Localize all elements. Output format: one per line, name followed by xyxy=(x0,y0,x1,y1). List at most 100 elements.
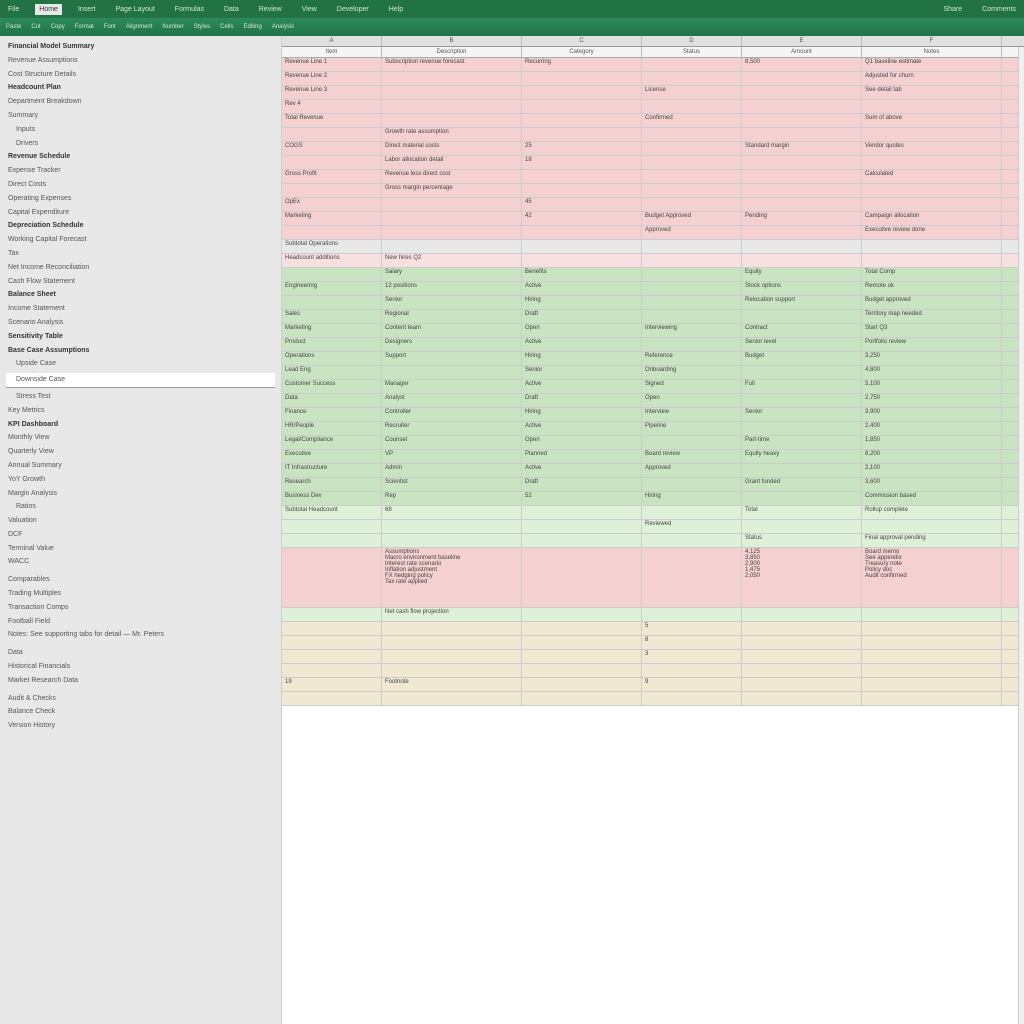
cell[interactable] xyxy=(522,534,642,547)
cell[interactable] xyxy=(382,366,522,379)
cell[interactable] xyxy=(642,72,742,85)
cell[interactable] xyxy=(742,254,862,267)
cell[interactable] xyxy=(522,622,642,635)
cell[interactable]: Subtotal Headcount xyxy=(282,506,382,519)
cell[interactable]: Data xyxy=(282,394,382,407)
hdr-description[interactable]: Description xyxy=(382,47,522,57)
cell[interactable]: Planned xyxy=(522,450,642,463)
tab-review[interactable]: Review xyxy=(255,4,286,15)
nav-item[interactable]: Annual Summary xyxy=(6,459,275,473)
cell[interactable]: Signed xyxy=(642,380,742,393)
cell[interactable]: OpEx xyxy=(282,198,382,211)
cell[interactable]: Part-time xyxy=(742,436,862,449)
cell[interactable] xyxy=(522,100,642,113)
col-c[interactable]: C xyxy=(522,36,642,46)
cell[interactable] xyxy=(742,492,862,505)
nav-item[interactable]: Notes: See supporting tabs for detail — … xyxy=(6,628,275,642)
cell[interactable]: See detail tab xyxy=(862,86,1002,99)
cell[interactable] xyxy=(642,692,742,705)
nav-item[interactable]: Cash Flow Statement xyxy=(6,275,275,289)
tool-format[interactable]: Format xyxy=(75,24,94,30)
cell[interactable]: COGS xyxy=(282,142,382,155)
cell[interactable]: Revenue Line 3 xyxy=(282,86,382,99)
cell[interactable] xyxy=(742,692,862,705)
hdr-amount[interactable]: Amount xyxy=(742,47,862,57)
tab-home[interactable]: Home xyxy=(35,4,62,15)
cell[interactable]: 3,250 xyxy=(862,352,1002,365)
tab-file[interactable]: File xyxy=(4,4,23,15)
cell[interactable] xyxy=(382,86,522,99)
cell[interactable] xyxy=(642,254,742,267)
cell[interactable]: Equity heavy xyxy=(742,450,862,463)
cell[interactable]: Open xyxy=(522,436,642,449)
cell[interactable] xyxy=(282,622,382,635)
cell[interactable]: Territory map needed xyxy=(862,310,1002,323)
cell[interactable] xyxy=(642,184,742,197)
cell[interactable]: HR/People xyxy=(282,422,382,435)
nav-item[interactable]: Income Statement xyxy=(6,302,275,316)
tool-editing[interactable]: Editing xyxy=(243,24,261,30)
cell[interactable]: Stock options xyxy=(742,282,862,295)
nav-item[interactable]: Department Breakdown xyxy=(6,95,275,109)
nav-item[interactable]: Trading Multiples xyxy=(6,587,275,601)
cell[interactable]: Draft xyxy=(522,478,642,491)
cell[interactable] xyxy=(382,72,522,85)
cell[interactable]: Net cash flow projection xyxy=(382,608,522,621)
cell[interactable] xyxy=(742,310,862,323)
nav-item[interactable]: Valuation xyxy=(6,514,275,528)
cell[interactable]: Pipeline xyxy=(642,422,742,435)
cell[interactable] xyxy=(522,114,642,127)
cell[interactable] xyxy=(382,226,522,239)
nav-item[interactable]: Key Metrics xyxy=(6,404,275,418)
cell[interactable] xyxy=(742,422,862,435)
cell[interactable]: Equity xyxy=(742,268,862,281)
cell[interactable]: Grant funded xyxy=(742,478,862,491)
cell[interactable] xyxy=(642,240,742,253)
col-f[interactable]: F xyxy=(862,36,1002,46)
nav-item[interactable]: Expense Tracker xyxy=(6,164,275,178)
nav-item[interactable]: Inputs xyxy=(6,123,275,137)
tab-insert[interactable]: Insert xyxy=(74,4,100,15)
cell[interactable] xyxy=(862,198,1002,211)
tool-analysis[interactable]: Analysis xyxy=(272,24,294,30)
cell[interactable] xyxy=(522,184,642,197)
cell[interactable]: Portfolio review xyxy=(862,338,1002,351)
cell[interactable]: 12 positions xyxy=(382,282,522,295)
cell[interactable]: 4,125 3,850 2,900 1,475 2,050 xyxy=(742,548,862,607)
cell[interactable] xyxy=(382,692,522,705)
cell[interactable]: Rep xyxy=(382,492,522,505)
nav-item[interactable]: Stress Test xyxy=(6,390,275,404)
cell[interactable] xyxy=(282,520,382,533)
cell[interactable] xyxy=(522,636,642,649)
nav-item[interactable]: Revenue Schedule xyxy=(6,150,275,164)
cell[interactable] xyxy=(742,128,862,141)
cell[interactable] xyxy=(522,678,642,691)
cell[interactable] xyxy=(282,636,382,649)
cell[interactable]: Active xyxy=(522,380,642,393)
cell[interactable]: Standard margin xyxy=(742,142,862,155)
cell[interactable] xyxy=(642,170,742,183)
cell[interactable]: Active xyxy=(522,338,642,351)
cell[interactable]: Adjusted for churn xyxy=(862,72,1002,85)
cell[interactable]: Manager xyxy=(382,380,522,393)
nav-item[interactable]: KPI Dashboard xyxy=(6,418,275,432)
cell[interactable]: Campaign allocation xyxy=(862,212,1002,225)
cell[interactable] xyxy=(522,226,642,239)
cell[interactable]: Budget approved xyxy=(862,296,1002,309)
spreadsheet-grid[interactable]: A B C D E F Item Description Category St… xyxy=(282,36,1024,1024)
cell[interactable]: 42 xyxy=(522,212,642,225)
cell[interactable]: Content team xyxy=(382,324,522,337)
cell[interactable] xyxy=(522,664,642,677)
tab-formulas[interactable]: Formulas xyxy=(171,4,208,15)
cell[interactable]: 8,500 xyxy=(742,58,862,71)
cell[interactable]: Legal/Compliance xyxy=(282,436,382,449)
cell[interactable]: Subscription revenue forecast xyxy=(382,58,522,71)
cell[interactable]: Gross Profit xyxy=(282,170,382,183)
cell[interactable] xyxy=(742,636,862,649)
cell[interactable] xyxy=(522,170,642,183)
cell[interactable] xyxy=(642,198,742,211)
nav-item[interactable]: Historical Financials xyxy=(6,660,275,674)
cell[interactable] xyxy=(282,608,382,621)
nav-item[interactable]: Working Capital Forecast xyxy=(6,233,275,247)
cell[interactable] xyxy=(742,226,862,239)
